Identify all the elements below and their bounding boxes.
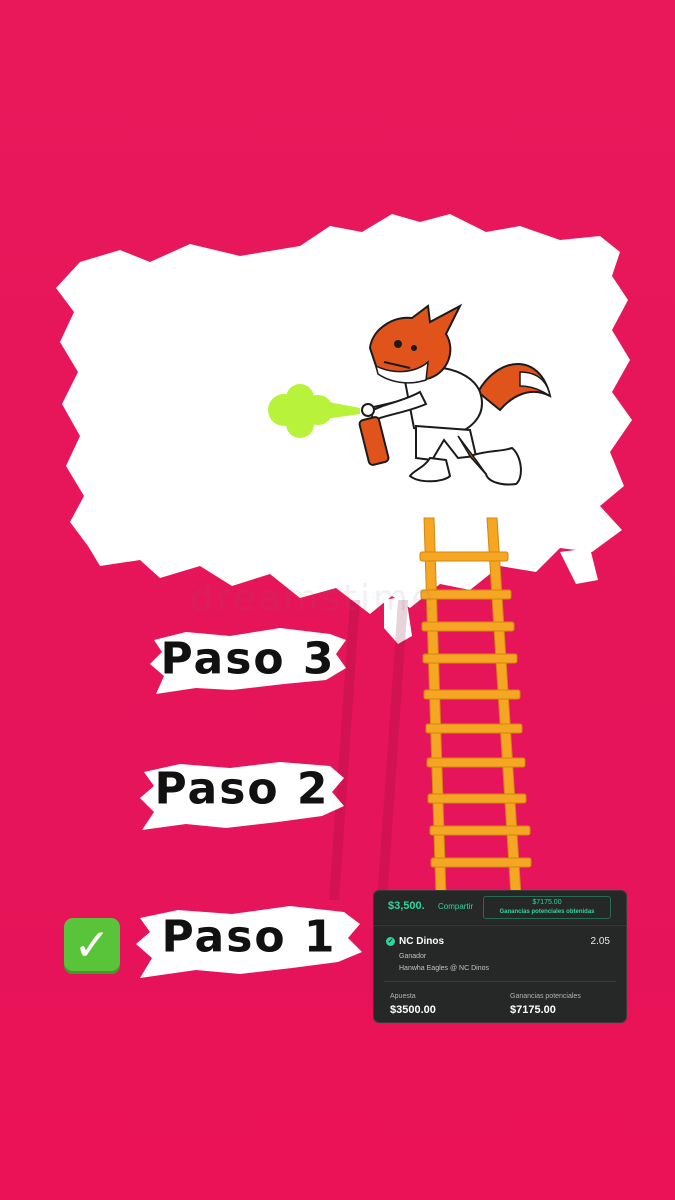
share-button[interactable]: Compartir [438,902,473,911]
check-mark-button-icon: ✓ [64,918,120,974]
potential-winnings-label: Ganancias potenciales [510,993,581,1000]
winnings-value: $7175.00 [532,899,562,906]
stake-value: $3500.00 [390,1004,436,1016]
check-circle-icon: ✓ [386,937,395,946]
match-name: Hanwha Eagles @ NC Dinos [399,965,489,972]
step-1: Paso 1 [134,900,364,974]
selection-team: NC Dinos [399,936,444,947]
step-1-label: Paso 1 [161,911,337,963]
watermark-text: dreamstime [190,578,437,619]
stake-label: Apuesta [390,993,416,1000]
selection-row: ✓ NC Dinos 2.05 [386,936,610,948]
bet-slip-header: $3,500. Compartir $7175.00 Ganancias pot… [374,891,626,926]
divider [384,981,616,982]
paint-drip-2 [560,548,598,584]
step-3-label: Paso 3 [160,633,336,685]
story-canvas: dreamstime Paso 3 Paso 2 Paso 1 ✓ $3,500… [0,0,675,1200]
step-2-label: Paso 2 [154,763,330,815]
market-type: Ganador [399,953,427,960]
potential-winnings-value: $7175.00 [510,1004,556,1016]
winnings-badge: $7175.00 Ganancias potenciales obtenidas [483,896,611,919]
bet-amount: $3,500. [388,900,425,912]
step-2: Paso 2 [140,752,344,826]
bet-slip-card: $3,500. Compartir $7175.00 Ganancias pot… [373,890,627,1023]
winnings-label: Ganancias potenciales obtenidas [499,909,595,915]
step-3: Paso 3 [150,622,346,696]
selection-odds: 2.05 [590,936,610,947]
